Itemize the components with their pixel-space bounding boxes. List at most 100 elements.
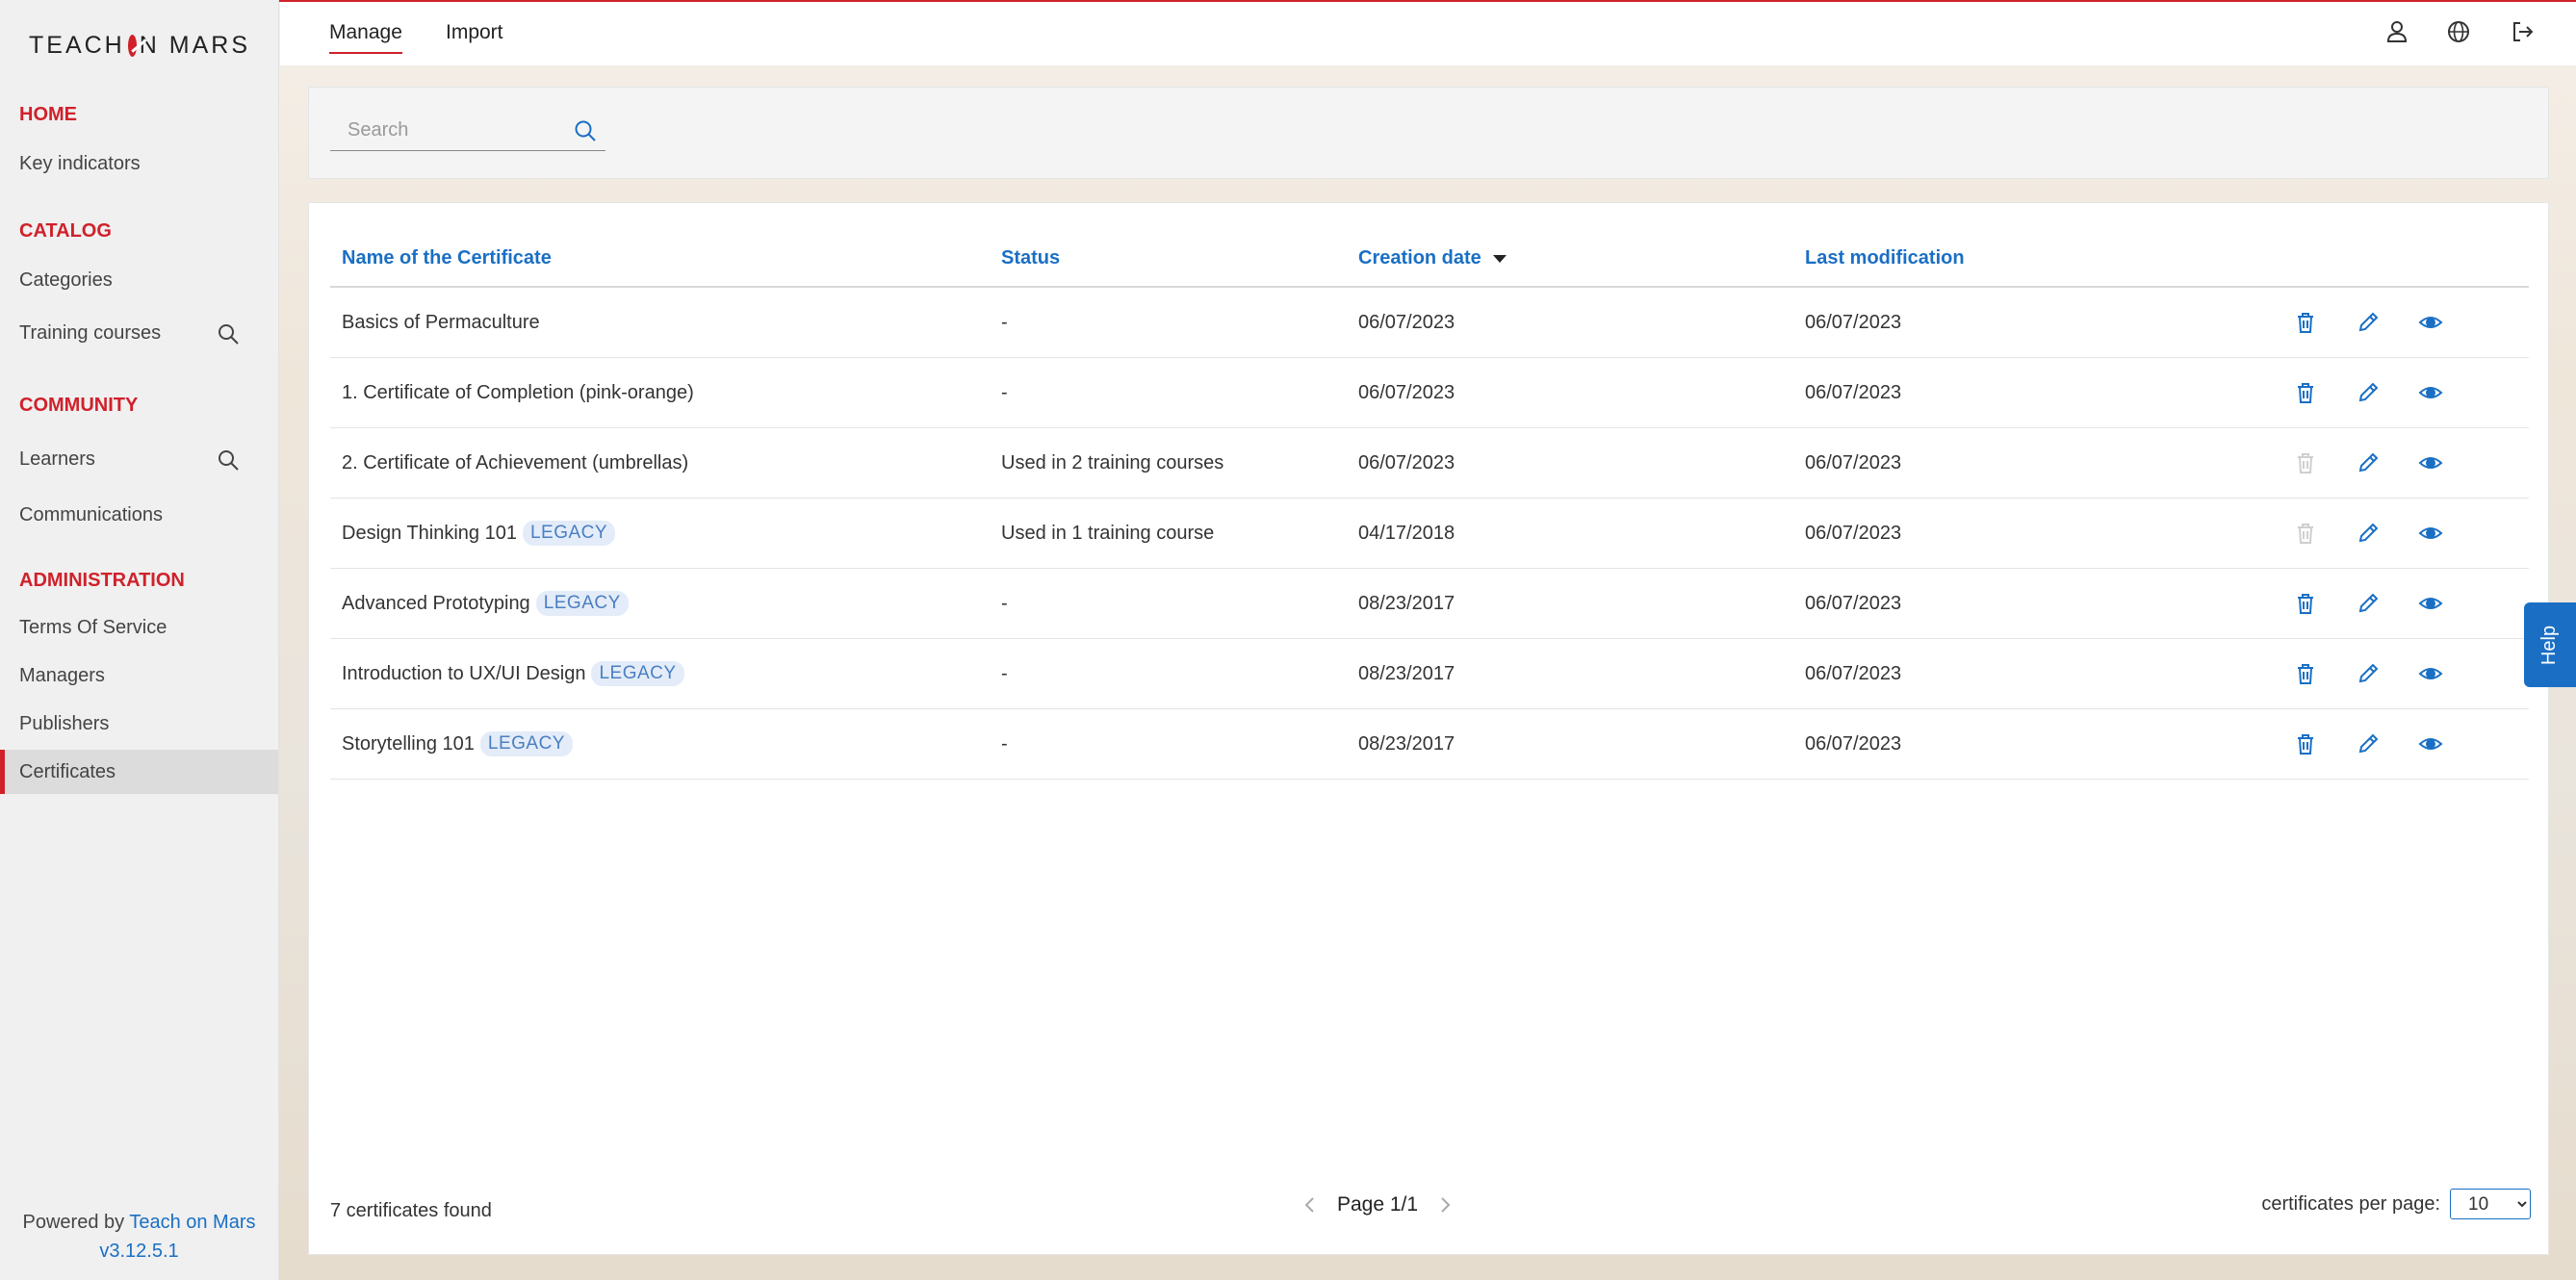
- powered-link[interactable]: Teach on Mars: [129, 1212, 255, 1233]
- tab-manage[interactable]: Manage: [329, 21, 402, 54]
- results-count: 7 certificates found: [330, 1200, 492, 1221]
- search-icon[interactable]: [573, 118, 598, 143]
- table-row[interactable]: Design Thinking 101 LEGACY Used in 1 trai…: [330, 499, 2529, 569]
- table-row[interactable]: Advanced Prototyping LEGACY - 08/23/2017 …: [330, 569, 2529, 639]
- search-icon[interactable]: [217, 448, 240, 472]
- column-header-status[interactable]: Status: [1001, 247, 1060, 269]
- section-catalog: CATALOG: [19, 220, 112, 242]
- cell-name: Advanced Prototyping LEGACY: [342, 569, 629, 638]
- cell-status: -: [1001, 381, 1008, 403]
- logout-icon[interactable]: [2509, 18, 2536, 45]
- section-home: HOME: [19, 104, 77, 125]
- edit-pencil-icon[interactable]: [2355, 520, 2382, 547]
- certificate-name: 1. Certificate of Completion (pink-orang…: [342, 381, 694, 403]
- table-header: Name of the Certificate Status Creation …: [330, 226, 2529, 288]
- view-eye-icon[interactable]: [2417, 309, 2444, 336]
- sidebar-item-key-indicators[interactable]: Key indicators: [0, 141, 278, 186]
- sidebar-item-categories[interactable]: Categories: [0, 258, 278, 302]
- sidebar-item-publishers[interactable]: Publishers: [0, 702, 278, 746]
- cell-name: Basics of Permaculture: [342, 288, 540, 357]
- cell-creation-date: 08/23/2017: [1358, 592, 1455, 614]
- certificates-card: Name of the Certificate Status Creation …: [308, 202, 2549, 1255]
- cell-creation-date: 06/07/2023: [1358, 451, 1455, 474]
- sidebar-item-label: Managers: [19, 664, 105, 686]
- help-label: Help: [2538, 625, 2561, 665]
- cell-status: -: [1001, 732, 1008, 755]
- sidebar-item-label: Communications: [19, 503, 163, 525]
- edit-pencil-icon[interactable]: [2355, 590, 2382, 617]
- cell-last-modification: 06/07/2023: [1805, 451, 1902, 474]
- sidebar-item-label: Key indicators: [19, 152, 141, 174]
- trash-icon[interactable]: [2292, 590, 2319, 617]
- trash-icon[interactable]: [2292, 379, 2319, 406]
- table-row[interactable]: 2. Certificate of Achievement (umbrellas…: [330, 428, 2529, 499]
- trash-icon[interactable]: [2292, 730, 2319, 757]
- column-header-name[interactable]: Name of the Certificate: [342, 247, 552, 269]
- per-page-select[interactable]: 10: [2450, 1189, 2531, 1219]
- table-row[interactable]: Basics of Permaculture - 06/07/2023 06/0…: [330, 288, 2529, 358]
- edit-pencil-icon[interactable]: [2355, 449, 2382, 476]
- tab-import[interactable]: Import: [446, 21, 503, 52]
- pagination: Page 1/1: [1301, 1190, 1455, 1219]
- chevron-right-icon[interactable]: [1435, 1195, 1455, 1215]
- column-header-creation-date[interactable]: Creation date: [1358, 247, 1507, 269]
- logo-mark-icon: [127, 34, 137, 57]
- certificate-name: 2. Certificate of Achievement (umbrellas…: [342, 451, 689, 474]
- cell-status: -: [1001, 662, 1008, 684]
- view-eye-icon[interactable]: [2417, 520, 2444, 547]
- sidebar-item-training-courses[interactable]: Training courses: [0, 311, 278, 355]
- view-eye-icon[interactable]: [2417, 730, 2444, 757]
- cell-last-modification: 06/07/2023: [1805, 381, 1902, 403]
- view-eye-icon[interactable]: [2417, 449, 2444, 476]
- edit-pencil-icon[interactable]: [2355, 730, 2382, 757]
- cell-last-modification: 06/07/2023: [1805, 592, 1902, 614]
- trash-icon: [2292, 520, 2319, 547]
- sidebar-item-certificates[interactable]: Certificates: [0, 750, 278, 794]
- section-administration: ADMINISTRATION: [19, 570, 185, 591]
- user-icon[interactable]: [2383, 18, 2410, 45]
- sidebar-item-terms-of-service[interactable]: Terms Of Service: [0, 605, 278, 650]
- legacy-badge: LEGACY: [535, 591, 629, 616]
- search-input[interactable]: [330, 111, 561, 149]
- sidebar-item-learners[interactable]: Learners: [0, 437, 278, 481]
- certificate-name: Design Thinking 101: [342, 522, 517, 544]
- view-eye-icon[interactable]: [2417, 379, 2444, 406]
- chevron-left-icon[interactable]: [1301, 1195, 1320, 1215]
- edit-pencil-icon[interactable]: [2355, 309, 2382, 336]
- legacy-badge: LEGACY: [479, 731, 573, 756]
- logo[interactable]: TEACH N MARS: [29, 29, 250, 62]
- page-indicator: Page 1/1: [1337, 1193, 1419, 1216]
- table-body: Basics of Permaculture - 06/07/2023 06/0…: [330, 288, 2529, 780]
- section-community: COMMUNITY: [19, 395, 139, 416]
- certificates-table: Name of the Certificate Status Creation …: [330, 226, 2529, 780]
- table-row[interactable]: Storytelling 101 LEGACY - 08/23/2017 06/0…: [330, 709, 2529, 780]
- cell-name: Introduction to UX/UI Design LEGACY: [342, 639, 684, 708]
- cell-last-modification: 06/07/2023: [1805, 522, 1902, 544]
- edit-pencil-icon[interactable]: [2355, 379, 2382, 406]
- cell-creation-date: 06/07/2023: [1358, 311, 1455, 333]
- edit-pencil-icon[interactable]: [2355, 660, 2382, 687]
- column-header-last-modification[interactable]: Last modification: [1805, 247, 1965, 269]
- sidebar-item-label: Training courses: [19, 321, 162, 344]
- trash-icon[interactable]: [2292, 660, 2319, 687]
- cell-status: Used in 1 training course: [1001, 522, 1215, 544]
- cell-name: 1. Certificate of Completion (pink-orang…: [342, 358, 694, 427]
- column-header-creation-date-label: Creation date: [1358, 247, 1481, 269]
- trash-icon[interactable]: [2292, 309, 2319, 336]
- view-eye-icon[interactable]: [2417, 660, 2444, 687]
- cell-name: 2. Certificate of Achievement (umbrellas…: [342, 428, 688, 498]
- cell-status: -: [1001, 592, 1008, 614]
- sidebar-item-label: Categories: [19, 269, 113, 291]
- per-page-control: certificates per page: 10: [2261, 1189, 2531, 1219]
- help-button[interactable]: Help: [2524, 602, 2576, 687]
- search-icon[interactable]: [217, 322, 240, 346]
- view-eye-icon[interactable]: [2417, 590, 2444, 617]
- table-row[interactable]: Introduction to UX/UI Design LEGACY - 08/…: [330, 639, 2529, 709]
- sidebar-item-communications[interactable]: Communications: [0, 493, 278, 537]
- certificate-name: Storytelling 101: [342, 732, 475, 755]
- globe-icon[interactable]: [2445, 18, 2472, 45]
- version-label: v3.12.5.1: [99, 1241, 179, 1262]
- sidebar-item-managers[interactable]: Managers: [0, 653, 278, 698]
- table-row[interactable]: 1. Certificate of Completion (pink-orang…: [330, 358, 2529, 428]
- sidebar-item-label: Publishers: [19, 712, 110, 734]
